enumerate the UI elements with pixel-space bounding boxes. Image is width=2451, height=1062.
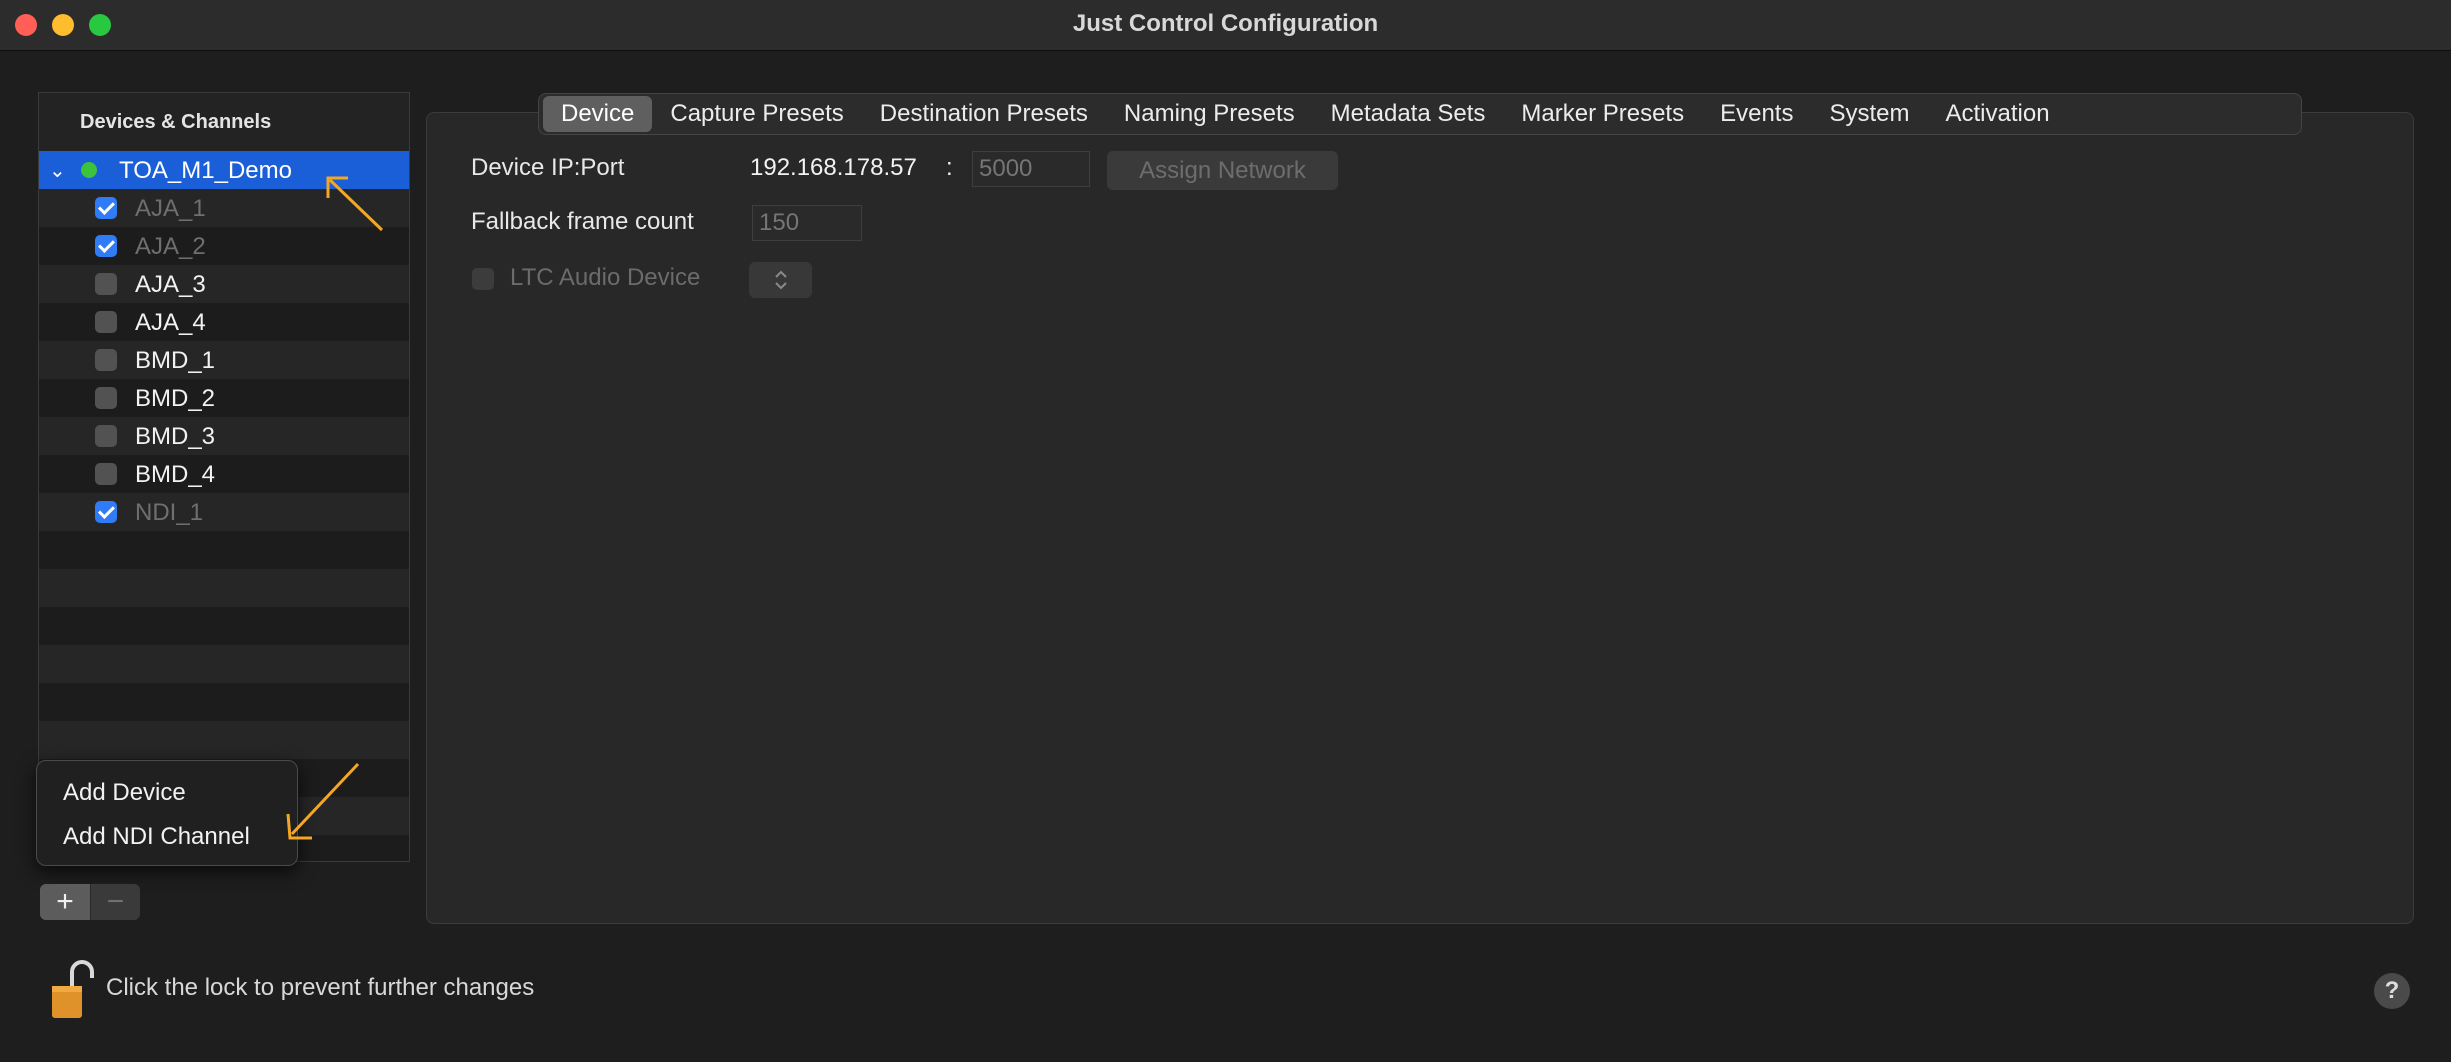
channel-label: AJA_4 bbox=[135, 309, 206, 336]
tab-device[interactable]: Device bbox=[543, 96, 653, 132]
channel-row[interactable]: AJA_3 bbox=[39, 265, 409, 303]
channel-label: NDI_1 bbox=[135, 499, 204, 526]
add-remove-control: + − bbox=[40, 884, 140, 920]
menu-item-add-device[interactable]: Add Device bbox=[63, 779, 186, 807]
channel-checkbox[interactable] bbox=[95, 197, 117, 219]
empty-row bbox=[39, 607, 409, 645]
tab-events[interactable]: Events bbox=[1702, 96, 1811, 132]
fallback-frame-count-input[interactable] bbox=[752, 205, 862, 241]
channel-label: BMD_4 bbox=[135, 461, 216, 488]
channel-label: AJA_3 bbox=[135, 271, 206, 298]
device-ip-label: Device IP:Port bbox=[471, 154, 625, 181]
menu-item-add-ndi-channel[interactable]: Add NDI Channel bbox=[63, 823, 250, 851]
tab-marker-presets[interactable]: Marker Presets bbox=[1503, 96, 1702, 132]
channel-checkbox[interactable] bbox=[95, 463, 117, 485]
arrow-annotation-icon bbox=[326, 176, 384, 232]
fallback-frame-count-label: Fallback frame count bbox=[471, 208, 694, 235]
channel-label: BMD_3 bbox=[135, 423, 216, 450]
tab-naming-presets[interactable]: Naming Presets bbox=[1106, 96, 1313, 132]
channel-label: BMD_1 bbox=[135, 347, 216, 374]
empty-row bbox=[39, 683, 409, 721]
lock-hint-text: Click the lock to prevent further change… bbox=[106, 974, 535, 1001]
channel-checkbox[interactable] bbox=[95, 387, 117, 409]
ip-port-separator: : bbox=[946, 154, 953, 181]
empty-row bbox=[39, 569, 409, 607]
assign-network-button[interactable]: Assign Network bbox=[1107, 151, 1338, 190]
status-dot-icon bbox=[81, 162, 97, 178]
ltc-audio-device-label: LTC Audio Device bbox=[510, 264, 701, 291]
tab-metadata-sets[interactable]: Metadata Sets bbox=[1313, 96, 1504, 132]
tab-activation[interactable]: Activation bbox=[1927, 96, 2067, 132]
empty-row bbox=[39, 645, 409, 683]
channel-row[interactable]: BMD_2 bbox=[39, 379, 409, 417]
tab-system[interactable]: System bbox=[1811, 96, 1927, 132]
channel-checkbox[interactable] bbox=[95, 273, 117, 295]
device-settings-panel bbox=[426, 112, 2414, 924]
tab-capture-presets[interactable]: Capture Presets bbox=[652, 96, 861, 132]
channel-label: AJA_1 bbox=[135, 195, 206, 222]
add-button[interactable]: + bbox=[40, 884, 90, 920]
channel-row[interactable]: BMD_4 bbox=[39, 455, 409, 493]
arrow-annotation-icon bbox=[286, 762, 360, 840]
channel-row[interactable]: AJA_4 bbox=[39, 303, 409, 341]
config-window: Just Control Configuration Devices & Cha… bbox=[0, 0, 2451, 1062]
device-ip-value: 192.168.178.57 bbox=[750, 154, 917, 181]
device-tree: ⌄ TOA_M1_Demo AJA_1 AJA_2 AJA_3 AJA_4 BMD_1 B… bbox=[39, 151, 409, 861]
sidebar-title: Devices & Channels bbox=[80, 111, 272, 133]
channel-row[interactable]: BMD_3 bbox=[39, 417, 409, 455]
title-bar: Just Control Configuration bbox=[0, 0, 2451, 51]
channel-label: BMD_2 bbox=[135, 385, 216, 412]
add-menu-popup: Add Device Add NDI Channel bbox=[36, 760, 298, 866]
stepper-icon bbox=[774, 270, 787, 290]
ltc-audio-device-popup[interactable] bbox=[749, 262, 812, 298]
port-input[interactable] bbox=[972, 151, 1090, 187]
device-name: TOA_M1_Demo bbox=[119, 157, 292, 184]
ltc-audio-device-checkbox[interactable] bbox=[472, 268, 494, 290]
channel-row[interactable]: BMD_1 bbox=[39, 341, 409, 379]
channel-checkbox[interactable] bbox=[95, 425, 117, 447]
channel-checkbox[interactable] bbox=[95, 311, 117, 333]
remove-button[interactable]: − bbox=[90, 884, 140, 920]
settings-tab-bar: Device Capture Presets Destination Presets… bbox=[538, 93, 2302, 135]
channel-checkbox[interactable] bbox=[95, 235, 117, 257]
channel-label: AJA_2 bbox=[135, 233, 206, 260]
sidebar-header: Devices & Channels bbox=[39, 93, 409, 151]
lock-open-icon[interactable] bbox=[50, 958, 100, 1020]
channel-row[interactable]: NDI_1 bbox=[39, 493, 409, 531]
help-button[interactable]: ? bbox=[2374, 973, 2410, 1009]
window-title: Just Control Configuration bbox=[1072, 10, 1379, 37]
empty-row bbox=[39, 531, 409, 569]
tab-destination-presets[interactable]: Destination Presets bbox=[862, 96, 1106, 132]
chevron-down-icon[interactable]: ⌄ bbox=[49, 158, 66, 183]
channel-checkbox[interactable] bbox=[95, 501, 117, 523]
channel-checkbox[interactable] bbox=[95, 349, 117, 371]
empty-row bbox=[39, 721, 409, 759]
